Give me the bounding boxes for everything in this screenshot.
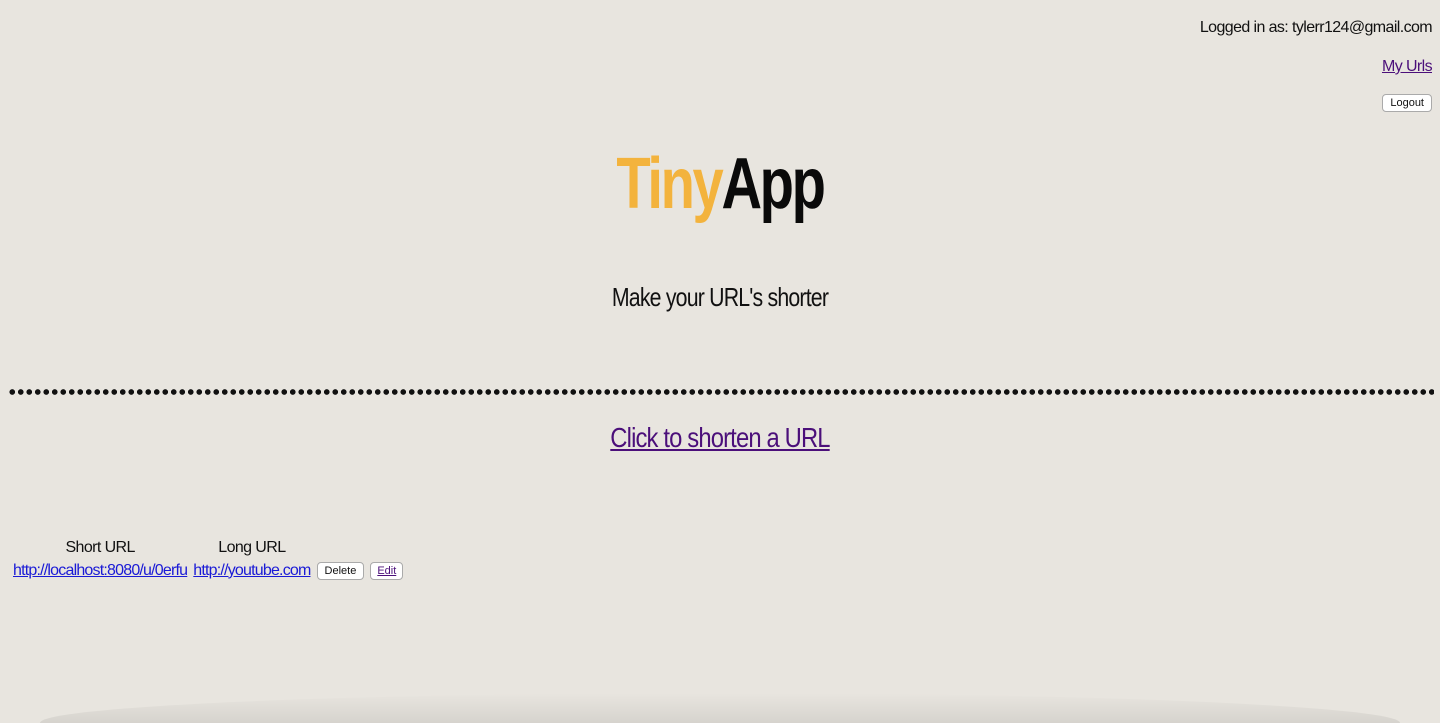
logged-in-status: Logged in as: tylerr124@gmail.com bbox=[1199, 19, 1433, 36]
long-url-link[interactable]: http://youtube.com bbox=[193, 562, 311, 579]
logo-tiny: Tiny bbox=[616, 144, 723, 224]
long-url-header: Long URL bbox=[218, 539, 286, 556]
user-area: Logged in as: tylerr124@gmail.com My Url… bbox=[1199, 18, 1433, 112]
table-row: http://localhost:8080/u/0erfu http://you… bbox=[11, 560, 405, 581]
shorten-link-container: Click to shorten a URL bbox=[108, 422, 1332, 454]
table-header-row: Short URL Long URL bbox=[11, 538, 405, 558]
urls-table: Short URL Long URL http://localhost:8080… bbox=[9, 536, 407, 583]
logout-button[interactable]: Logout bbox=[1382, 94, 1432, 112]
my-urls-link[interactable]: My Urls bbox=[1382, 58, 1433, 76]
dotted-divider bbox=[8, 389, 1434, 395]
logo-app: App bbox=[721, 144, 825, 224]
app-logo: TinyApp bbox=[158, 136, 1281, 232]
short-url-header: Short URL bbox=[65, 539, 135, 556]
tagline: Make your URL's shorter bbox=[611, 282, 829, 312]
short-url-link[interactable]: http://localhost:8080/u/0erfu bbox=[13, 562, 188, 579]
delete-button[interactable]: Delete bbox=[316, 562, 365, 580]
shorten-url-link[interactable]: Click to shorten a URL bbox=[610, 422, 830, 453]
edit-button[interactable]: Edit bbox=[370, 562, 404, 580]
bottom-shadow bbox=[40, 693, 1400, 723]
